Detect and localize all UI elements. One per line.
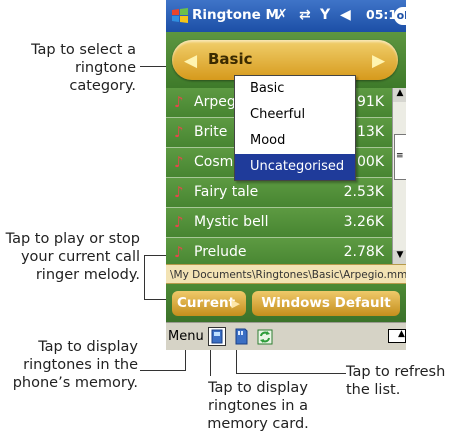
category-option-mood[interactable]: Mood [235, 128, 355, 154]
music-note-icon: ♪ [174, 93, 184, 111]
leader-line [236, 373, 346, 374]
annotation-play-stop: Tap to play or stop your current call ri… [5, 231, 140, 283]
leader-line [140, 370, 185, 371]
current-ringer-file-button[interactable]: Windows Default .wav [252, 291, 400, 336]
music-note-icon: ♪ [174, 123, 184, 141]
control-bar: Current ▶ Windows Default .wav [166, 284, 406, 336]
play-icon: ▶ [231, 297, 240, 310]
ringtone-name: Fairy tale [194, 184, 259, 200]
leader-line [144, 255, 145, 300]
refresh-icon[interactable] [256, 327, 274, 346]
app-title: Ringtone M [192, 7, 279, 23]
annotation-refresh: Tap to refresh the list. [346, 364, 446, 398]
scroll-grip-icon: ≡ [396, 151, 404, 161]
memory-card-icon[interactable] [232, 327, 250, 346]
category-option-cheerful[interactable]: Cheerful [235, 102, 355, 128]
previous-category-arrow-icon[interactable]: ◀ [184, 51, 197, 71]
current-label: Current [177, 295, 236, 311]
ringtone-name: Mystic bell [194, 214, 269, 230]
category-label: Basic [208, 50, 253, 68]
title-bar: Ringtone M ✗ ⇄ Y ◀ 05:16 ok [166, 0, 406, 32]
category-option-basic[interactable]: Basic [235, 76, 355, 102]
menu-button[interactable]: Menu [168, 329, 204, 344]
settings-tools-icon[interactable]: ✗ [276, 7, 288, 23]
leader-line [144, 299, 166, 300]
windows-start-icon[interactable] [170, 6, 190, 26]
ringtone-name: Brite [194, 124, 228, 140]
scroll-up-arrow-icon[interactable]: ▲ [393, 88, 406, 102]
ringtone-row[interactable]: ♪ Fairy tale 2.53K [166, 178, 392, 208]
ringtone-name: Prelude [194, 244, 247, 260]
ringtone-size: 3.26K [343, 214, 384, 230]
music-note-icon: ♪ [174, 243, 184, 261]
scroll-down-arrow-icon[interactable]: ▼ [393, 250, 406, 264]
file-path: \My Documents\Ringtones\Basic\Arpegio.mm… [166, 264, 406, 284]
annotation-memory-card: Tap to display ringtones in a memory car… [207, 380, 309, 432]
leader-line [236, 346, 237, 374]
leader-line [144, 255, 166, 256]
current-ringtone-play-button[interactable]: Current ▶ [172, 291, 246, 316]
category-dropdown[interactable]: Basic Cheerful Mood Uncategorised [234, 75, 356, 181]
leader-line [140, 66, 166, 67]
annotation-phone-memory: Tap to display ringtones in the phone’s … [12, 339, 138, 391]
music-note-icon: ♪ [174, 153, 184, 171]
annotation-select-category: Tap to select a ringtone category. [31, 42, 136, 94]
connectivity-icon[interactable]: ⇄ [299, 7, 311, 23]
ringtone-size: 2.78K [343, 244, 384, 260]
next-category-arrow-icon[interactable]: ▶ [372, 51, 385, 71]
category-selector[interactable]: ◀ Basic ▶ [172, 40, 398, 80]
volume-icon[interactable]: ◀ [340, 7, 351, 23]
music-note-icon: ♪ [174, 183, 184, 201]
music-note-icon: ♪ [174, 213, 184, 231]
menu-bar: Menu ▲ [166, 322, 406, 350]
leader-line [210, 346, 211, 376]
signal-strength-icon[interactable]: Y [320, 7, 330, 23]
ringtone-name: Cosm [194, 154, 234, 170]
input-panel-arrow-icon[interactable]: ▲ [398, 329, 405, 339]
ringtone-row[interactable]: ♪ Mystic bell 3.26K [166, 208, 392, 238]
ringtone-size: 2.53K [343, 184, 384, 200]
list-scrollbar[interactable]: ▲ ≡ ▼ [392, 88, 406, 264]
phone-memory-icon[interactable] [208, 327, 226, 346]
ok-button[interactable]: ok [394, 7, 406, 25]
category-option-uncategorised[interactable]: Uncategorised [235, 154, 355, 180]
